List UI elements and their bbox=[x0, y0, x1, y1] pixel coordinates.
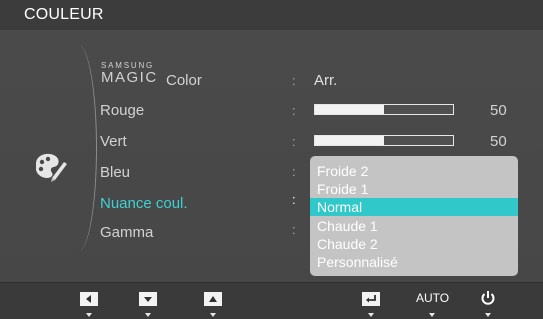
pointer-marker bbox=[210, 313, 216, 317]
vert-slider-fill bbox=[315, 136, 384, 145]
title-bar: COULEUR bbox=[0, 0, 543, 31]
menu-item-nuance-coul[interactable]: Nuance coul. bbox=[100, 195, 188, 212]
magic-color-word: Color bbox=[166, 72, 202, 89]
rouge-slider-fill bbox=[315, 105, 384, 114]
nuance-dropdown[interactable]: Froide 2 Froide 1 Normal Chaude 1 Chaude… bbox=[310, 156, 518, 276]
vert-value: 50 bbox=[490, 133, 507, 150]
dropdown-option-froide-2[interactable]: Froide 2 bbox=[310, 162, 518, 180]
bottom-button-bar: AUTO bbox=[0, 282, 543, 319]
separator: : bbox=[292, 222, 296, 237]
vert-slider[interactable] bbox=[314, 135, 454, 146]
separator: : bbox=[292, 192, 296, 207]
dropdown-option-chaude-2[interactable]: Chaude 2 bbox=[310, 235, 518, 253]
separator: : bbox=[292, 73, 296, 88]
magic-color-label[interactable]: SAMSUNG MAGIC bbox=[101, 62, 165, 86]
pointer-marker bbox=[86, 313, 92, 317]
rouge-slider[interactable] bbox=[314, 104, 454, 115]
menu-item-gamma[interactable]: Gamma bbox=[100, 224, 153, 241]
arrow-left-icon[interactable] bbox=[80, 292, 98, 306]
palette-icon bbox=[30, 148, 70, 188]
magic-brand-text: MAGIC bbox=[101, 69, 158, 86]
menu-item-vert[interactable]: Vert bbox=[100, 133, 127, 150]
pointer-marker bbox=[429, 313, 435, 317]
rouge-value: 50 bbox=[490, 102, 507, 119]
arrow-down-icon[interactable] bbox=[139, 292, 157, 306]
enter-icon[interactable] bbox=[362, 292, 380, 306]
magic-color-value: Arr. bbox=[314, 72, 338, 89]
pointer-marker bbox=[485, 313, 491, 317]
dropdown-option-normal[interactable]: Normal bbox=[310, 198, 518, 216]
arrow-up-icon[interactable] bbox=[204, 292, 222, 306]
dropdown-option-chaude-1[interactable]: Chaude 1 bbox=[310, 217, 518, 235]
menu-item-bleu[interactable]: Bleu bbox=[100, 164, 130, 181]
menu-title: COULEUR bbox=[24, 6, 104, 23]
pointer-marker bbox=[145, 313, 151, 317]
separator: : bbox=[292, 103, 296, 118]
menu-item-rouge[interactable]: Rouge bbox=[100, 102, 144, 119]
pointer-marker bbox=[368, 313, 374, 317]
dropdown-option-personnalise[interactable]: Personnalisé bbox=[310, 253, 518, 271]
separator: : bbox=[292, 164, 296, 179]
power-icon[interactable] bbox=[478, 289, 498, 307]
auto-button[interactable]: AUTO bbox=[416, 291, 449, 305]
dropdown-option-froide-1[interactable]: Froide 1 bbox=[310, 180, 518, 198]
separator: : bbox=[292, 134, 296, 149]
